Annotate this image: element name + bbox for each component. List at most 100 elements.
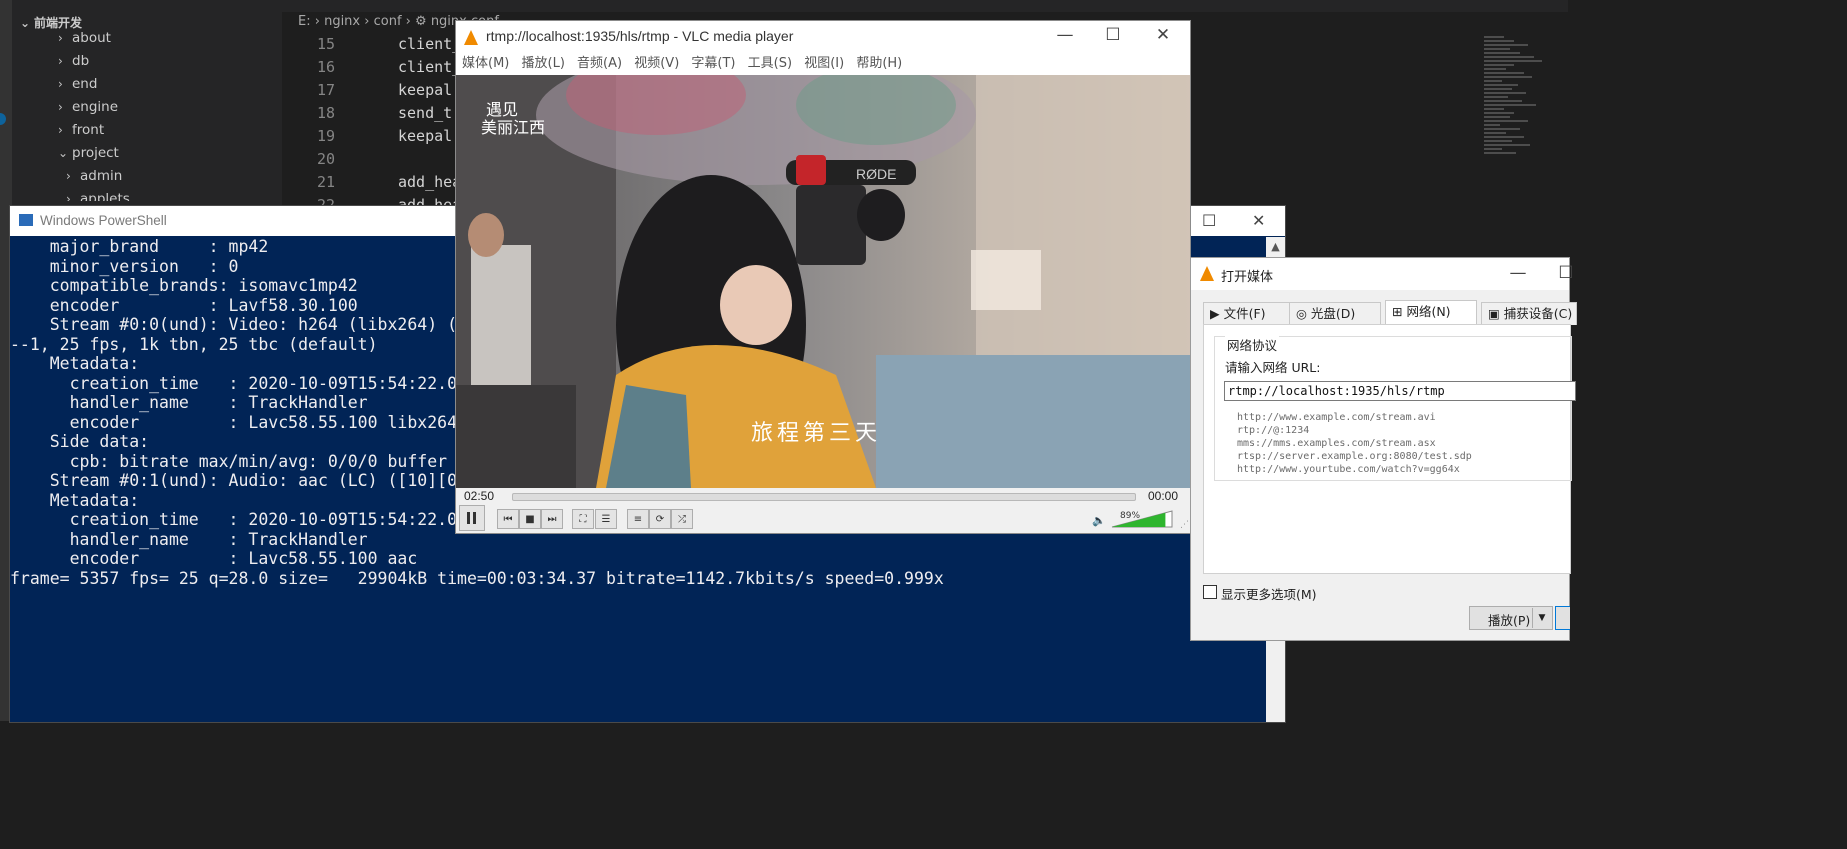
stop-button[interactable]: ■ <box>519 509 541 529</box>
menu-tools[interactable]: 工具(S) <box>748 53 792 75</box>
seek-slider[interactable] <box>512 493 1136 501</box>
code-text: client_ <box>398 58 462 76</box>
tree-item-label: engine <box>72 99 119 115</box>
tree-item-label: db <box>72 53 90 69</box>
tree-item-end[interactable]: › end <box>58 73 282 96</box>
menu-help[interactable]: 帮助(H) <box>856 53 902 75</box>
vlc-cone-icon <box>1200 266 1214 281</box>
powershell-title: Windows PowerShell <box>40 213 167 228</box>
tree-item-about[interactable]: › about <box>58 27 282 50</box>
code-text: keepal <box>398 127 453 145</box>
line-number: 15 <box>316 35 335 53</box>
line-number: 18 <box>316 104 335 122</box>
playlist-button[interactable]: ≡ <box>627 509 649 529</box>
loop-button[interactable]: ⟳ <box>649 509 671 529</box>
activity-badge <box>0 113 6 125</box>
line-number: 17 <box>316 81 335 99</box>
video-frame[interactable]: RØDE 遇见 美丽江西 旅程第三天 <box>456 75 1190 488</box>
vlc-titlebar[interactable]: rtmp://localhost:1935/hls/rtmp - VLC med… <box>456 21 1190 53</box>
vlc-window[interactable]: rtmp://localhost:1935/hls/rtmp - VLC med… <box>455 20 1191 534</box>
chevron-right-icon: › <box>58 123 63 137</box>
more-options-checkbox[interactable] <box>1203 585 1217 599</box>
code-line[interactable]: 20 <box>285 148 461 171</box>
line-number: 19 <box>316 127 335 145</box>
next-button[interactable]: ⏭ <box>541 509 563 529</box>
tree-item-project[interactable]: ⌄ project <box>58 142 282 165</box>
menu-view[interactable]: 视图(I) <box>804 53 844 75</box>
code-line[interactable]: 16 client_ <box>285 56 461 79</box>
vlc-cone-icon <box>464 30 478 45</box>
open-media-title: 打开媒体 <box>1221 270 1274 285</box>
minimize-button[interactable]: — <box>1503 263 1533 283</box>
chevron-right-icon: › <box>58 100 63 114</box>
tree-item-engine[interactable]: › engine <box>58 96 282 119</box>
menu-subtitle[interactable]: 字幕(T) <box>691 53 735 75</box>
cancel-button-edge[interactable] <box>1555 606 1570 630</box>
minimap[interactable] <box>1484 36 1542 160</box>
code-line[interactable]: 17 keepal <box>285 79 461 102</box>
scroll-up-arrow-icon[interactable]: ▲ <box>1266 237 1285 256</box>
play-dropdown-button[interactable]: 播放(P) ▼ <box>1469 606 1553 630</box>
open-media-dialog[interactable]: 打开媒体 — ☐ ▶ 文件(F) ◎ 光盘(D) ⊞ 网络(N) ▣ 捕获设备(… <box>1190 257 1577 641</box>
code-line[interactable]: 15 client_ <box>285 33 461 56</box>
line-number: 20 <box>316 150 335 168</box>
code-line[interactable]: 21 add_hea <box>285 171 461 194</box>
tab-disc[interactable]: ◎ 光盘(D) <box>1289 302 1381 325</box>
stop-icon: ■ <box>525 513 535 525</box>
capture-icon: ▣ <box>1488 306 1504 321</box>
total-time: 00:00 <box>1148 489 1179 503</box>
tab-file[interactable]: ▶ 文件(F) <box>1203 302 1291 325</box>
vlc-controls: 02:50 00:00 ⏮ ■ ⏭ ⛶ ☰ ≡ ⟳ ⤮ 🔈 89% ⋰ <box>456 488 1190 533</box>
pause-button[interactable] <box>459 505 485 531</box>
tree-item-label: about <box>72 30 111 46</box>
shuffle-icon: ⤮ <box>678 513 686 525</box>
editor-tab-bar <box>282 0 1568 12</box>
play-button-label: 播放(P) <box>1488 613 1531 628</box>
minimize-button[interactable]: — <box>1050 25 1080 45</box>
tab-capture-device[interactable]: ▣ 捕获设备(C) <box>1481 302 1577 325</box>
resize-grip-icon[interactable]: ⋰ <box>1180 520 1189 530</box>
tree-item-front[interactable]: › front <box>58 119 282 142</box>
code-line[interactable]: 18 send_t <box>285 102 461 125</box>
equalizer-icon: ☰ <box>601 513 611 525</box>
pause-icon <box>467 512 476 524</box>
maximize-button[interactable]: ☐ <box>1551 263 1581 283</box>
tree-item-admin[interactable]: › admin <box>58 165 282 188</box>
chevron-right-icon: › <box>66 169 71 183</box>
chevron-right-icon: › <box>314 14 325 29</box>
open-media-titlebar[interactable]: 打开媒体 — ☐ <box>1191 258 1574 290</box>
tab-network[interactable]: ⊞ 网络(N) <box>1385 300 1477 327</box>
maximize-button[interactable]: ☐ <box>1098 25 1128 45</box>
url-example: http://www.example.com/stream.avi <box>1237 412 1436 423</box>
menu-video[interactable]: 视频(V) <box>634 53 679 75</box>
speaker-icon[interactable]: 🔈 <box>1092 514 1106 527</box>
menu-audio[interactable]: 音频(A) <box>577 53 622 75</box>
code-line[interactable]: 19 keepal <box>285 125 461 148</box>
tree-item-db[interactable]: › db <box>58 50 282 73</box>
url-input[interactable]: rtmp://localhost:1935/hls/rtmp <box>1224 381 1576 401</box>
chevron-down-icon[interactable]: ▼ <box>1532 608 1551 628</box>
code-editor[interactable]: 15 client_ 16 client_ 17 keepal 18 send_t 19 keep… <box>285 33 461 217</box>
close-button[interactable]: ✕ <box>1148 25 1178 45</box>
tree-item-applets[interactable]: › applets <box>58 188 282 201</box>
maximize-button[interactable]: ☐ <box>1202 211 1216 230</box>
close-button[interactable]: ✕ <box>1252 211 1265 230</box>
console-line: encoder : Lavc58.55.100 aac <box>10 549 418 568</box>
video-scene-illustration: RØDE 遇见 美丽江西 旅程第三天 <box>456 75 1190 488</box>
extended-settings-button[interactable]: ☰ <box>595 509 617 529</box>
tree-item-label: front <box>72 122 105 138</box>
breadcrumb-item[interactable]: nginx <box>324 14 360 29</box>
file-tree: › about › db › end › engine › front ⌄ project › admin… <box>58 27 282 201</box>
more-options-label[interactable]: 显示更多选项(M) <box>1221 584 1317 603</box>
menu-media[interactable]: 媒体(M) <box>462 53 509 75</box>
chevron-right-icon: › <box>58 54 63 68</box>
network-panel: 网络协议 请输入网络 URL: rtmp://localhost:1935/hl… <box>1203 324 1576 574</box>
previous-button[interactable]: ⏮ <box>497 509 519 529</box>
fullscreen-button[interactable]: ⛶ <box>572 509 594 529</box>
shuffle-button[interactable]: ⤮ <box>671 509 693 529</box>
menu-playback[interactable]: 播放(L) <box>522 53 565 75</box>
breadcrumb-item[interactable]: conf <box>374 14 402 29</box>
tree-item-label: project <box>72 145 119 161</box>
url-example: http://www.yourtube.com/watch?v=gg64x <box>1237 464 1460 475</box>
breadcrumb-item[interactable]: E: <box>298 14 311 29</box>
